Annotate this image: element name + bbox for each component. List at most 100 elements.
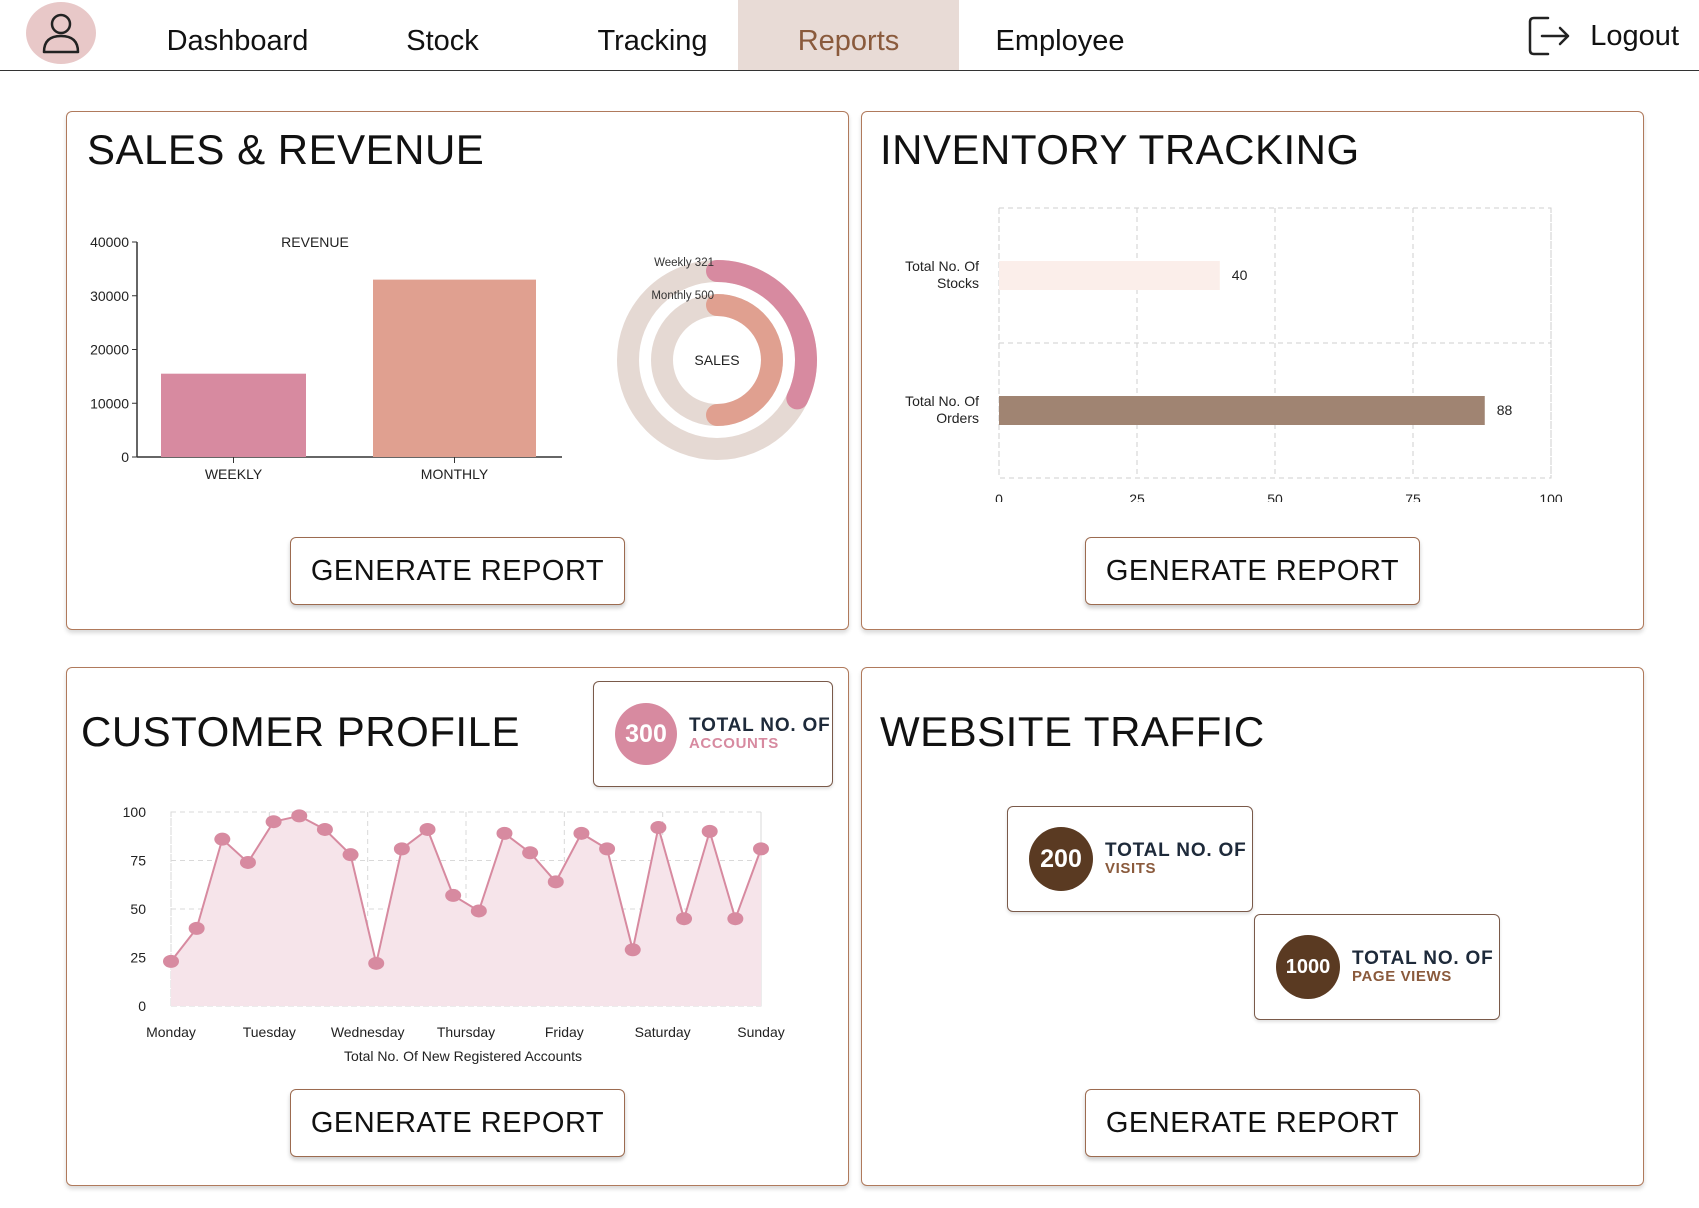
y-tick-label: 30000 — [90, 288, 129, 304]
accounts-stat-line1: TOTAL NO. OF — [689, 715, 831, 737]
x-tick-label: Wednesday — [331, 1024, 405, 1040]
customer-generate-report-button[interactable]: GENERATE REPORT — [290, 1089, 625, 1157]
pageviews-count: 1000 — [1276, 935, 1340, 999]
x-tick-label: WEEKLY — [205, 466, 263, 482]
x-tick-label: Monday — [146, 1024, 196, 1040]
data-point — [188, 921, 205, 935]
logout-button[interactable]: Logout — [1526, 14, 1679, 58]
accounts-area-chart: 0 25 50 75 100 Monday Tuesday Wednesday Thursday… — [123, 804, 785, 1064]
y-category-label: Stocks — [937, 275, 979, 291]
data-point — [547, 875, 564, 889]
revenue-chart-title: REVENUE — [281, 234, 349, 250]
data-point — [496, 826, 513, 840]
data-point — [214, 832, 231, 846]
bar-value-label: 40 — [1232, 267, 1248, 283]
y-tick-label: 50 — [130, 901, 146, 917]
pageviews-stat-line2: PAGE VIEWS — [1352, 968, 1452, 986]
data-point — [676, 912, 693, 926]
y-tick-label: 10000 — [90, 395, 129, 411]
y-category-label: Orders — [936, 410, 979, 426]
donut-center-label: SALES — [694, 352, 739, 368]
nav-item-stock[interactable]: Stock — [360, 0, 525, 70]
y-tick-label: 100 — [123, 804, 147, 820]
accounts-stat-card: 300 TOTAL NO. OF ACCOUNTS — [593, 681, 833, 787]
sales-donut-chart: SALES Weekly 321 Monthly 500 — [617, 257, 817, 460]
x-tick-label: Thursday — [437, 1024, 495, 1040]
data-point — [419, 822, 436, 836]
data-point — [753, 842, 769, 856]
user-icon — [42, 13, 80, 54]
logout-icon — [1529, 16, 1570, 56]
user-avatar[interactable] — [26, 2, 96, 64]
x-tick-label: 75 — [1405, 491, 1421, 502]
x-tick-label: MONTHLY — [421, 466, 489, 482]
y-category-label: Total No. Of — [905, 258, 979, 274]
inventory-bar-orders — [999, 396, 1485, 425]
data-point — [239, 855, 256, 869]
x-tick-label: 50 — [1267, 491, 1283, 502]
y-category-label: Total No. Of — [905, 393, 979, 409]
donut-label-weekly: Weekly 321 — [654, 257, 714, 269]
data-point — [163, 954, 179, 968]
data-point — [522, 846, 539, 860]
data-point — [573, 826, 590, 840]
x-tick-label: 100 — [1539, 491, 1563, 502]
y-tick-label: 75 — [130, 853, 146, 869]
x-axis-title: Total No. Of New Registered Accounts — [344, 1048, 582, 1064]
traffic-generate-report-button[interactable]: GENERATE REPORT — [1085, 1089, 1420, 1157]
pageviews-stat-line1: TOTAL NO. OF — [1352, 948, 1494, 970]
sales-revenue-title: SALES & REVENUE — [87, 126, 485, 173]
sales-generate-report-button[interactable]: GENERATE REPORT — [290, 537, 625, 605]
visits-count: 200 — [1029, 827, 1093, 891]
x-tick-label: Tuesday — [243, 1024, 296, 1040]
pageviews-stat-card: 1000 TOTAL NO. OF PAGE VIEWS — [1254, 914, 1500, 1020]
visits-stat-line2: VISITS — [1105, 860, 1157, 878]
nav-item-employee[interactable]: Employee — [980, 0, 1140, 70]
y-tick-label: 20000 — [90, 342, 129, 358]
accounts-stat-line2: ACCOUNTS — [689, 735, 779, 753]
visits-stat-card: 200 TOTAL NO. OF VISITS — [1007, 806, 1253, 912]
x-tick-label: Sunday — [737, 1024, 784, 1040]
customer-profile-panel: CUSTOMER PROFILE 300 TOTAL NO. OF ACCOUN… — [66, 667, 849, 1186]
data-point — [265, 815, 282, 829]
x-tick-label: Friday — [545, 1024, 584, 1040]
website-traffic-panel: WEBSITE TRAFFIC 200 TOTAL NO. OF VISITS … — [861, 667, 1644, 1186]
revenue-bar-monthly — [373, 279, 536, 457]
data-point — [342, 848, 359, 862]
data-point — [701, 824, 718, 838]
data-point — [393, 842, 410, 856]
data-point — [316, 822, 333, 836]
inventory-tracking-title: INVENTORY TRACKING — [880, 126, 1360, 173]
inventory-generate-report-button[interactable]: GENERATE REPORT — [1085, 537, 1420, 605]
inventory-bar-chart: 0 25 50 75 100Total No. OfStocks 40Total No. … — [905, 207, 1563, 502]
data-point — [624, 943, 641, 957]
top-navbar: Dashboard Stock Tracking Reports Employe… — [0, 0, 1699, 71]
donut-label-monthly: Monthly 500 — [651, 290, 714, 302]
inventory-bar-stocks — [999, 261, 1220, 290]
inventory-tracking-panel: INVENTORY TRACKING 0 25 50 75 100 Total No. O… — [861, 111, 1644, 630]
y-tick-label: 40000 — [90, 234, 129, 250]
data-point — [291, 809, 308, 823]
x-tick-label: 0 — [995, 491, 1003, 502]
y-tick-label: 0 — [121, 449, 129, 465]
y-tick-label: 25 — [130, 950, 146, 966]
accounts-count: 300 — [615, 703, 677, 765]
y-tick-label: 0 — [138, 998, 146, 1014]
revenue-bar-chart: 0 10000 20000 30000 40000 REVENUE WEEKLY MONTHL… — [90, 234, 562, 482]
bar-value-label: 88 — [1497, 402, 1513, 418]
data-point — [727, 912, 744, 926]
nav-item-dashboard[interactable]: Dashboard — [150, 0, 325, 70]
data-point — [445, 888, 462, 902]
visits-stat-line1: TOTAL NO. OF — [1105, 840, 1247, 862]
nav-item-reports[interactable]: Reports — [738, 0, 959, 70]
data-point — [368, 956, 385, 970]
nav-item-tracking[interactable]: Tracking — [565, 0, 740, 70]
data-point — [599, 842, 616, 856]
x-tick-label: 25 — [1129, 491, 1145, 502]
x-tick-label: Saturday — [635, 1024, 691, 1040]
logout-label: Logout — [1590, 19, 1679, 52]
sales-revenue-panel: SALES & REVENUE 0 10000 20000 30000 40000 REV… — [66, 111, 849, 630]
website-traffic-title: WEBSITE TRAFFIC — [880, 708, 1265, 755]
data-point — [470, 904, 487, 918]
data-point — [650, 821, 667, 835]
